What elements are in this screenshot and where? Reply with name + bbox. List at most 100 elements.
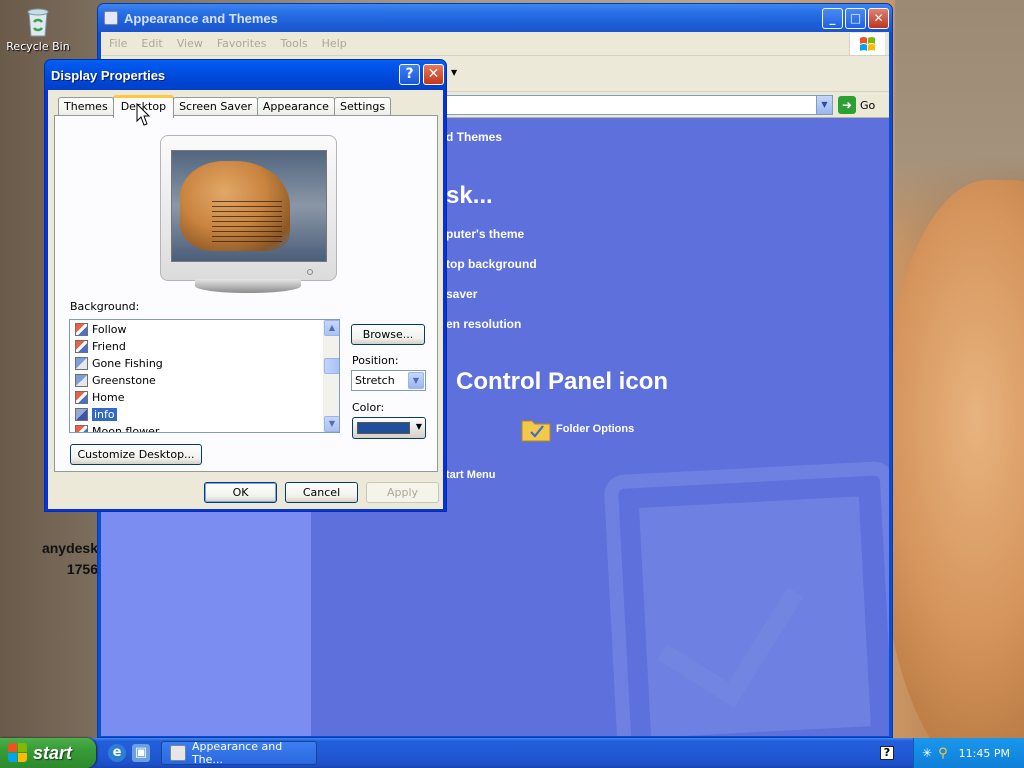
wallpaper-fox	[880, 180, 1024, 738]
pick-task-heading: sk...	[446, 182, 493, 209]
show-desktop-icon[interactable]: ▣	[132, 744, 150, 762]
dialog-tabs: Themes Desktop Screen Saver Appearance S…	[58, 95, 392, 118]
minimize-icon: _	[829, 11, 836, 25]
list-item[interactable]: Moon flower	[75, 423, 159, 432]
dialog-body: Themes Desktop Screen Saver Appearance S…	[48, 90, 443, 509]
desktop-tab-panel: Background: Follow Friend Gone Fishing G…	[54, 115, 438, 472]
chevron-down-icon[interactable]: ▼	[408, 372, 424, 389]
list-item[interactable]: Greenstone	[75, 372, 156, 389]
image-file-icon	[75, 374, 88, 387]
image-file-icon	[75, 425, 88, 432]
task-screen-saver[interactable]: saver	[446, 287, 477, 301]
minimize-button[interactable]: _	[822, 8, 843, 29]
maximize-icon: □	[849, 11, 862, 25]
maximize-button[interactable]: □	[845, 8, 866, 29]
go-label: Go	[860, 98, 876, 112]
ok-button[interactable]: OK	[204, 482, 277, 503]
dialog-title-bar[interactable]: Display Properties ? ✕	[45, 60, 446, 90]
network-icon[interactable]: ✳	[922, 746, 932, 760]
help-icon: ?	[405, 66, 414, 82]
image-file-icon	[75, 340, 88, 353]
background-label: Background:	[70, 300, 140, 313]
task-change-background[interactable]: top background	[446, 257, 537, 271]
go-button[interactable]: ➜ Go	[838, 95, 884, 115]
desktop: Recycle Bin anydesk 1756 Appearance and …	[0, 0, 1024, 738]
address-dropdown-icon[interactable]: ▼	[816, 96, 832, 114]
close-icon: ✕	[873, 11, 884, 25]
explorer-menu-bar: File Edit View Favorites Tools Help	[101, 32, 889, 56]
task-screen-resolution[interactable]: en resolution	[446, 317, 521, 331]
control-panel-icon	[104, 11, 118, 25]
cancel-button[interactable]: Cancel	[285, 482, 358, 503]
internet-explorer-icon[interactable]: e	[108, 744, 126, 762]
taskbar-window-label: Appearance and The...	[191, 740, 283, 766]
scroll-thumb[interactable]	[324, 358, 339, 374]
recycle-bin-desktop-icon[interactable]: Recycle Bin	[6, 2, 70, 53]
image-file-icon	[75, 357, 88, 370]
tab-themes[interactable]: Themes	[58, 97, 114, 117]
wallpaper-preview	[171, 150, 327, 262]
windows-logo-icon	[8, 743, 28, 763]
position-value: Stretch	[355, 374, 395, 387]
tab-screen-saver[interactable]: Screen Saver	[173, 97, 258, 117]
scroll-up-icon[interactable]: ▲	[324, 320, 339, 336]
dialog-help-button[interactable]: ?	[399, 64, 420, 85]
menu-edit[interactable]: Edit	[141, 37, 162, 50]
address-input[interactable]: ▼	[431, 95, 833, 115]
menu-file[interactable]: File	[109, 37, 127, 50]
menu-view[interactable]: View	[177, 37, 203, 50]
list-item-selected[interactable]: info	[75, 406, 117, 423]
monitor-stand	[195, 279, 301, 293]
image-file-icon	[75, 391, 88, 404]
control-panel-icon-heading: Control Panel icon	[456, 368, 669, 395]
explorer-close-button[interactable]: ✕	[868, 8, 889, 29]
recycle-bin-label: Recycle Bin	[6, 40, 70, 53]
explorer-title-bar[interactable]: Appearance and Themes _ □ ✕	[98, 4, 892, 32]
tab-settings[interactable]: Settings	[333, 97, 392, 117]
recycle-bin-icon	[23, 2, 53, 38]
customize-desktop-button[interactable]: Customize Desktop...	[70, 444, 202, 465]
menu-help[interactable]: Help	[322, 37, 347, 50]
windows-logo-icon	[849, 33, 885, 55]
position-select[interactable]: Stretch ▼	[351, 370, 426, 391]
taskbar: start e ▣ Appearance and The... ? ✳ ⚲ 11…	[0, 738, 1024, 768]
display-properties-dialog: Display Properties ? ✕ Themes Desktop Sc…	[44, 59, 447, 512]
list-item[interactable]: Friend	[75, 338, 126, 355]
menu-tools[interactable]: Tools	[281, 37, 308, 50]
list-item[interactable]: Follow	[75, 321, 127, 338]
explorer-title: Appearance and Themes	[124, 10, 278, 26]
monitor-power-icon	[307, 269, 313, 275]
help-tray-icon[interactable]: ?	[880, 746, 894, 760]
folder-options-link[interactable]: Folder Options	[556, 423, 634, 435]
anydesk-id: 1756	[66, 561, 98, 577]
background-list[interactable]: Follow Friend Gone Fishing Greenstone Ho…	[69, 319, 340, 433]
scroll-down-icon[interactable]: ▼	[324, 416, 339, 432]
control-panel-icon	[170, 745, 186, 761]
chevron-down-icon: ▼	[415, 422, 422, 431]
anydesk-label: anydesk	[41, 540, 98, 556]
image-file-icon	[75, 323, 88, 336]
start-button[interactable]: start	[0, 738, 96, 768]
toolbar-dropdown-icon[interactable]: ▼	[451, 68, 457, 77]
explorer-header: d Themes	[446, 130, 503, 144]
preview-text-overlay	[212, 201, 282, 243]
tab-appearance[interactable]: Appearance	[256, 97, 335, 117]
menu-favorites[interactable]: Favorites	[217, 37, 267, 50]
background-list-scrollbar[interactable]: ▲ ▼	[323, 320, 339, 432]
category-watermark-icon	[603, 460, 889, 736]
task-change-theme[interactable]: puter's theme	[446, 227, 524, 241]
color-label: Color:	[352, 401, 385, 414]
folder-options-icon[interactable]	[521, 416, 551, 442]
clock[interactable]: 11:45 PM	[959, 747, 1010, 760]
apply-button[interactable]: Apply	[366, 482, 439, 503]
start-menu-link[interactable]: tart Menu	[446, 469, 496, 481]
dialog-close-button[interactable]: ✕	[423, 64, 444, 85]
start-label: start	[33, 742, 73, 763]
search-icon[interactable]: ⚲	[938, 746, 948, 761]
browse-button[interactable]: Browse...	[351, 324, 425, 345]
list-item[interactable]: Gone Fishing	[75, 355, 163, 372]
monitor-preview	[160, 135, 337, 281]
list-item[interactable]: Home	[75, 389, 124, 406]
color-picker-button[interactable]: ▼	[352, 417, 426, 439]
taskbar-window-button[interactable]: Appearance and The...	[161, 740, 317, 766]
